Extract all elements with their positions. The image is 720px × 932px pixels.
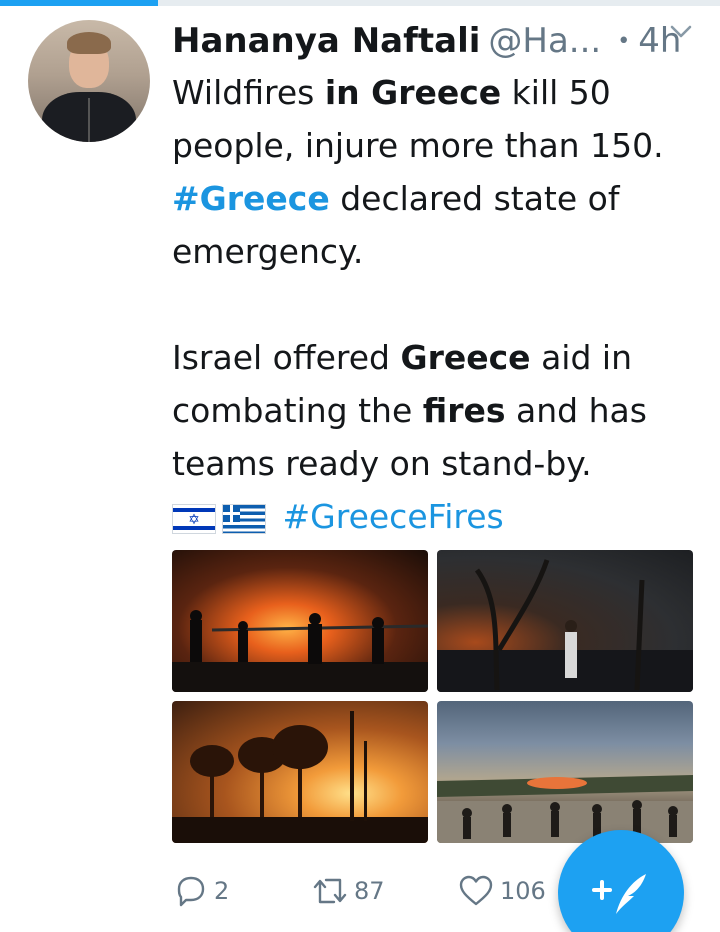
tweet-text-line: emergency. (172, 232, 364, 271)
tweet-media-grid (172, 550, 693, 843)
author-avatar[interactable] (28, 20, 150, 142)
reply-count: 2 (214, 877, 230, 905)
header-separator: • (617, 28, 631, 54)
reply-icon (174, 874, 208, 908)
search-highlight: Greece (400, 338, 531, 377)
hashtag-greece-link[interactable]: #Greece (172, 179, 330, 218)
author-name[interactable]: Hananya Naftali (172, 21, 480, 61)
like-count: 106 (500, 877, 546, 905)
tweet-header: Hananya Naftali @Ha... • 4h (172, 18, 712, 64)
author-handle[interactable]: @Ha... (488, 21, 601, 61)
like-button[interactable]: 106 (458, 868, 546, 914)
retweet-count: 87 (354, 877, 385, 905)
man-watching-forest-fire-photo[interactable] (437, 550, 693, 692)
israel-flag-icon: ✡ (172, 503, 216, 534)
tweet-text-segment: and has (505, 391, 647, 430)
heart-icon (458, 874, 494, 908)
tweet-text-segment: Israel offered (172, 338, 401, 377)
retweet-icon (312, 874, 348, 908)
retweet-button[interactable]: 87 (312, 868, 385, 914)
greece-flag-icon (222, 503, 266, 534)
reply-button[interactable]: 2 (174, 868, 229, 914)
tweet-text-segment: combating the (172, 391, 423, 430)
tweet-text-segment: aid in (530, 338, 632, 377)
firefighters-hose-photo[interactable] (172, 550, 428, 692)
tweet-text: Wildfires in Greece kill 50 people, inju… (172, 66, 692, 543)
tweet-text-segment: Wildfires (172, 73, 325, 112)
tweet-text-segment: declared state of (329, 179, 620, 218)
crowd-watching-smoke-photo[interactable] (437, 701, 693, 843)
chevron-down-icon[interactable] (668, 18, 694, 44)
tweet-text-segment: kill 50 (501, 73, 611, 112)
burning-trees-night-photo[interactable] (172, 701, 428, 843)
tweet-text-line: people, injure more than 150. (172, 126, 664, 165)
hashtag-greecefires-link[interactable]: #GreeceFires (283, 497, 504, 536)
search-highlight: fires (422, 391, 506, 430)
tweet-text-line: teams ready on stand-by. (172, 444, 592, 483)
tweet[interactable]: Hananya Naftali @Ha... • 4h Wildfires in… (0, 6, 720, 932)
search-highlight: in Greece (324, 73, 502, 112)
